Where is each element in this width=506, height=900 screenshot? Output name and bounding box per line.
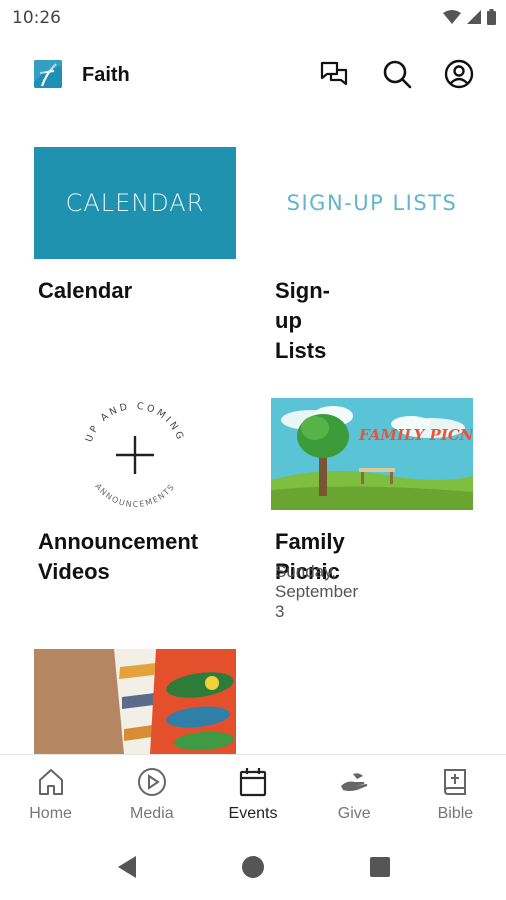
recents-button[interactable]	[365, 854, 395, 880]
announcement-title-line1: Announcement	[38, 529, 199, 554]
search-icon[interactable]	[381, 58, 413, 90]
nav-item-events[interactable]: Events	[202, 755, 303, 834]
calendar-thumbnail-text: CALENDAR	[65, 189, 205, 217]
calendar-title: Calendar	[38, 278, 133, 303]
wifi-icon	[443, 10, 461, 29]
family-picnic-date: Sunday, September 3	[275, 562, 359, 621]
app-title: Faith	[82, 64, 130, 86]
calendar-icon	[238, 767, 268, 797]
nav-label-give: Give	[337, 805, 371, 822]
system-nav	[0, 834, 506, 900]
nav-item-give[interactable]: Give	[304, 755, 405, 834]
calendar-thumbnail[interactable]: CALENDAR	[34, 147, 236, 259]
family-picnic-thumbnail-text: FAMILY PICNIC!	[358, 426, 473, 444]
home-button[interactable]	[238, 854, 268, 880]
nav-label-events: Events	[228, 805, 278, 822]
announcement-title-line2: Videos	[38, 559, 110, 584]
nav-item-media[interactable]: Media	[101, 755, 202, 834]
signal-icon	[467, 10, 481, 29]
home-icon	[36, 767, 66, 797]
signup-lists-thumbnail[interactable]: SIGN-UP LISTS	[271, 147, 473, 259]
bottom-nav: Home Media Events Give Bible	[0, 754, 506, 834]
back-button[interactable]	[112, 854, 142, 880]
svg-text:ANNOUNCEMENTS: ANNOUNCEMENTS	[93, 482, 176, 509]
nav-label-media: Media	[130, 805, 174, 822]
status-icons	[443, 9, 496, 30]
announcement-thumbnail[interactable]: UP AND COMING ANNOUNCEMENTS	[34, 398, 236, 510]
family-picnic-thumbnail[interactable]: FAMILY PICNIC!	[271, 398, 473, 510]
bible-icon	[440, 767, 470, 797]
status-time: 10:26	[12, 8, 61, 28]
give-icon	[339, 767, 369, 797]
signup-lists-thumbnail-text: SIGN-UP LISTS	[286, 191, 458, 215]
status-bar: 10:26	[0, 0, 506, 36]
account-icon[interactable]	[443, 58, 475, 90]
vbs-photo-thumbnail[interactable]	[34, 649, 236, 754]
chat-icon[interactable]	[318, 58, 350, 90]
nav-item-home[interactable]: Home	[0, 755, 101, 834]
nav-label-home: Home	[29, 805, 72, 822]
app-header: Faith	[0, 44, 506, 106]
nav-item-bible[interactable]: Bible	[405, 755, 506, 834]
announcement-arc-bottom: ANNOUNCEMENTS	[93, 482, 175, 509]
app-logo-icon	[34, 60, 62, 88]
play-icon	[137, 767, 167, 797]
battery-icon	[487, 9, 496, 30]
signup-lists-title: Sign-up Lists	[275, 278, 330, 363]
nav-label-bible: Bible	[437, 805, 474, 822]
